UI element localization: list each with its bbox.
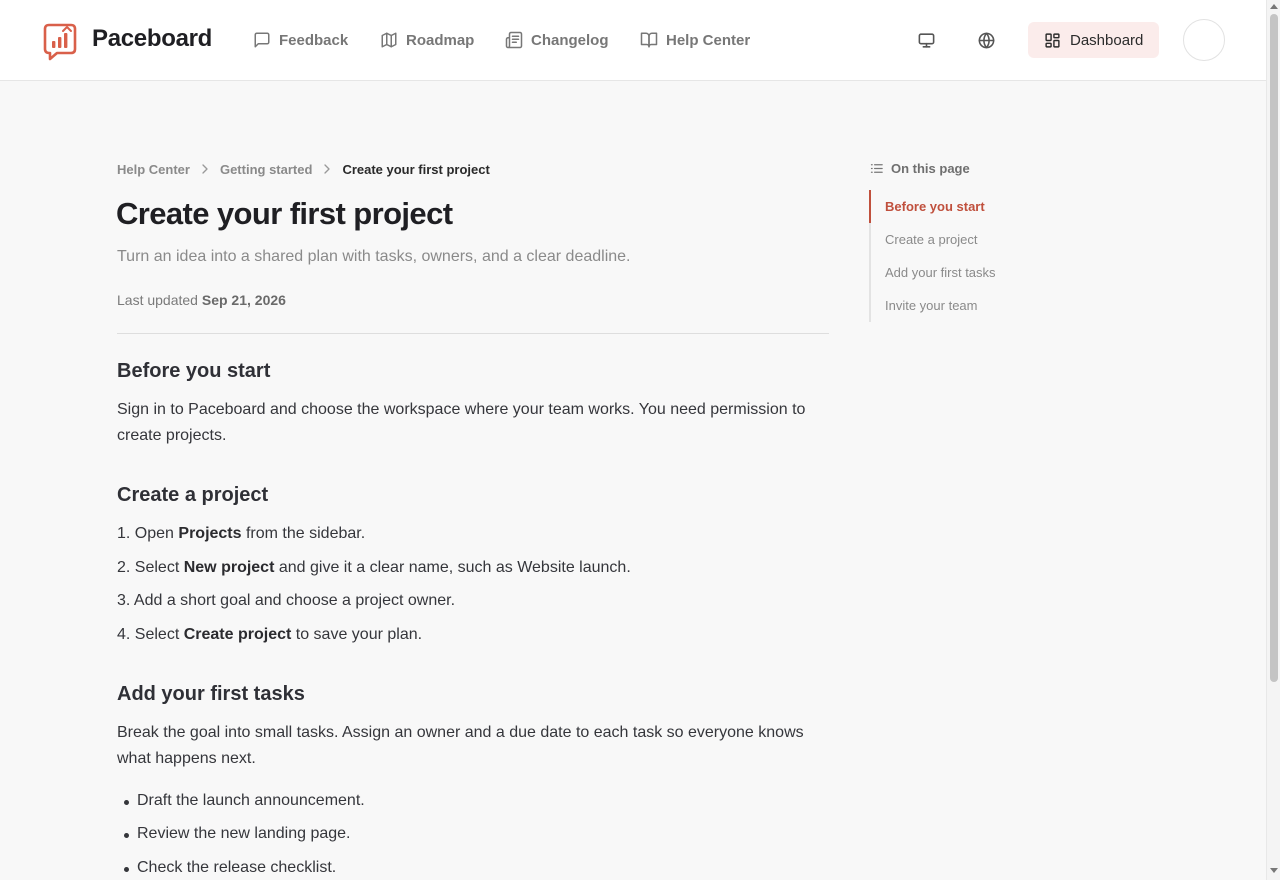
- nav-changelog-label: Changelog: [531, 31, 609, 49]
- section-heading-before-you-start: Before you start: [117, 360, 271, 382]
- step-text: Select: [134, 559, 180, 576]
- step-number: 4.: [117, 626, 131, 643]
- step-text: Add a short goal and choose a project ow…: [133, 592, 456, 609]
- toc-item-create-a-project[interactable]: Create a project: [885, 232, 978, 247]
- paceboard-logo-icon[interactable]: [41, 23, 79, 61]
- step-text: and give it a clear name, such as Websit…: [278, 559, 631, 576]
- step-number: 3.: [117, 592, 131, 609]
- breadcrumb-help-center[interactable]: Help Center: [117, 162, 190, 177]
- nav-roadmap[interactable]: Roadmap: [380, 0, 474, 80]
- step-text: Open: [134, 525, 174, 542]
- before-you-start-paragraph: Sign in to Paceboard and choose the work…: [117, 401, 806, 444]
- scrollbar-thumb[interactable]: [1270, 14, 1278, 682]
- last-updated-date: Sep 21, 2026: [201, 292, 286, 308]
- divider: [117, 333, 829, 334]
- last-updated-prefix: Last updated: [117, 292, 198, 308]
- scroll-down-arrow-icon[interactable]: [1270, 868, 1278, 873]
- page-title: Create your first project: [116, 196, 453, 231]
- nav-changelog[interactable]: Changelog: [505, 0, 609, 80]
- step-bold-text: Create project: [183, 626, 292, 643]
- toc-item-invite-your-team[interactable]: Invite your team: [885, 298, 978, 313]
- map-icon: [381, 32, 397, 48]
- step-text: Select: [134, 626, 180, 643]
- brand-name[interactable]: Paceboard: [92, 25, 212, 53]
- breadcrumb-getting-started[interactable]: Getting started: [220, 162, 312, 177]
- list-item: Draft the launch announcement.: [124, 792, 365, 809]
- book-open-icon: [640, 32, 658, 48]
- newspaper-icon: [505, 31, 523, 49]
- add-tasks-paragraph: Break the goal into small tasks. Assign …: [117, 724, 804, 767]
- step-bold-text: Projects: [178, 525, 242, 542]
- step-item: 2. Select New project and give it a clea…: [117, 559, 631, 577]
- toc-item-add-your-first-tasks[interactable]: Add your first tasks: [885, 265, 996, 280]
- breadcrumb: Help Center Getting started Create your …: [117, 161, 490, 177]
- layout-dashboard-icon: [1045, 32, 1060, 48]
- message-square-icon: [254, 32, 270, 48]
- chevron-right-icon: [324, 164, 331, 174]
- list-item: Check the release checklist.: [123, 859, 337, 876]
- user-avatar[interactable]: [1183, 19, 1225, 61]
- step-text: to save your plan.: [295, 626, 423, 643]
- toc-item-before-you-start[interactable]: Before you start: [885, 199, 985, 214]
- section-heading-create-a-project: Create a project: [117, 484, 269, 506]
- last-updated: Last updated Sep 21, 2026: [117, 292, 286, 308]
- section-heading-add-your-first-tasks: Add your first tasks: [117, 683, 305, 705]
- step-item: 1. Open Projects from the sidebar.: [117, 525, 365, 543]
- nav-feedback[interactable]: Feedback: [253, 0, 348, 80]
- nav-feedback-label: Feedback: [279, 31, 349, 49]
- nav-help-center-label: Help Center: [666, 31, 751, 49]
- breadcrumb-current: Create your first project: [342, 161, 490, 177]
- theme-toggle-button[interactable]: [914, 28, 938, 52]
- nav-help-center[interactable]: Help Center: [640, 0, 750, 80]
- step-number: 2.: [117, 559, 131, 576]
- nav-roadmap-label: Roadmap: [406, 31, 475, 49]
- language-button[interactable]: [974, 28, 998, 52]
- globe-icon: [978, 32, 994, 48]
- step-bold-text: New project: [183, 559, 275, 576]
- toc-active-indicator: [869, 190, 871, 223]
- dashboard-label: Dashboard: [1070, 31, 1144, 49]
- list-item: Review the new landing page.: [123, 825, 351, 842]
- chevron-right-icon: [202, 164, 208, 174]
- scroll-up-arrow-icon[interactable]: [1270, 4, 1278, 9]
- step-item: 3. Add a short goal and choose a project…: [117, 592, 455, 610]
- step-item: 4. Select Create project to save your pl…: [117, 626, 422, 644]
- page-subtitle: Turn an idea into a shared plan with tas…: [117, 248, 631, 265]
- top-header: Paceboard Feedback Roadmap Changelog Hel…: [0, 0, 1266, 81]
- list-icon: [870, 164, 883, 173]
- step-number: 1.: [117, 525, 131, 542]
- step-text: from the sidebar.: [245, 525, 366, 542]
- dashboard-button[interactable]: Dashboard: [1028, 22, 1159, 58]
- monitor-icon: [918, 32, 934, 48]
- toc-heading-label: On this page: [891, 161, 970, 176]
- toc-heading: On this page: [869, 161, 970, 176]
- page-scrollbar[interactable]: [1266, 0, 1280, 880]
